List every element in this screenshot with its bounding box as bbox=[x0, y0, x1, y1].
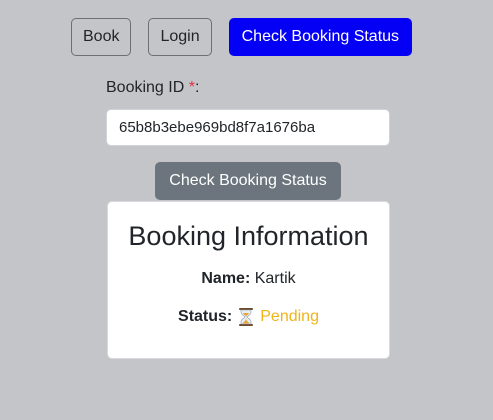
booking-information-card: Booking Information Name: Kartik Status:… bbox=[107, 201, 390, 359]
hourglass-icon bbox=[238, 308, 254, 326]
booking-id-input[interactable] bbox=[106, 109, 390, 146]
name-row: Name: Kartik bbox=[108, 270, 389, 288]
status-label: Status: bbox=[178, 308, 233, 325]
book-button[interactable]: Book bbox=[71, 18, 132, 56]
name-value: Kartik bbox=[254, 270, 296, 287]
top-navigation: Book Login Check Booking Status bbox=[71, 18, 413, 56]
booking-id-label-text: Booking ID bbox=[106, 79, 185, 96]
booking-id-label: Booking ID *: bbox=[106, 79, 199, 97]
status-value: Pending bbox=[260, 308, 319, 325]
check-booking-status-submit-button[interactable]: Check Booking Status bbox=[155, 162, 341, 200]
status-row: Status: Pending bbox=[108, 308, 389, 326]
label-colon: : bbox=[194, 79, 200, 96]
check-booking-status-nav-button[interactable]: Check Booking Status bbox=[228, 18, 413, 56]
name-label: Name: bbox=[201, 270, 251, 287]
booking-information-title: Booking Information bbox=[128, 221, 369, 251]
login-button[interactable]: Login bbox=[148, 18, 212, 56]
